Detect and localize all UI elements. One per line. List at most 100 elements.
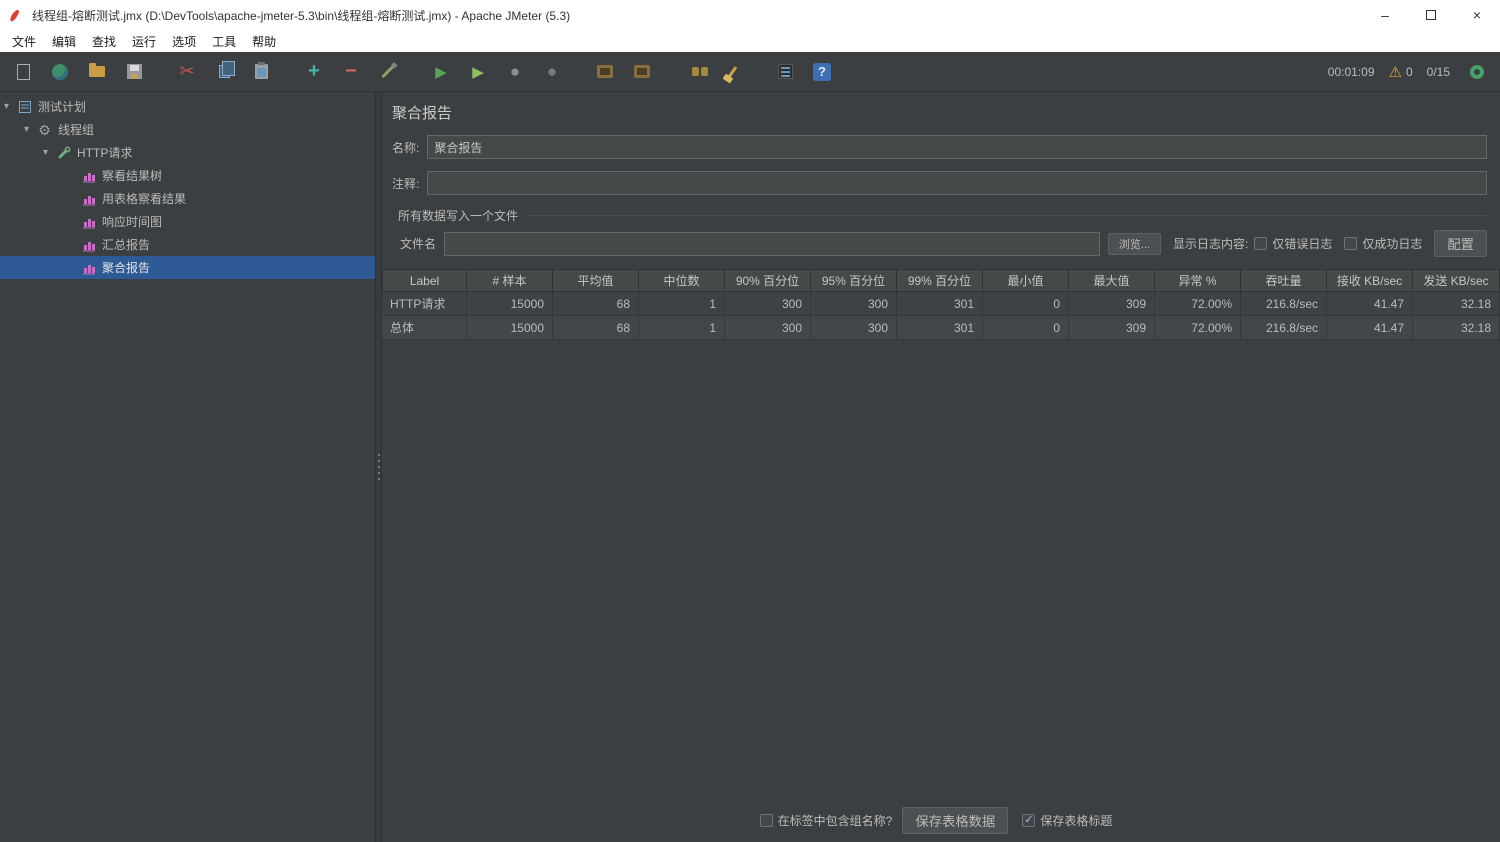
toolbar-status: 00:01:09 ⚠ 0 0/15 xyxy=(1328,59,1490,85)
save-table-header-checkbox[interactable] xyxy=(1022,813,1036,827)
table-cell: 309 xyxy=(1069,292,1155,316)
menu-tools[interactable]: 工具 xyxy=(204,30,244,52)
header-cell: 吞吐量 xyxy=(1241,269,1327,292)
tree-item-thread-group[interactable]: ⚙ 线程组 xyxy=(0,118,375,141)
play-glyph: ▶ xyxy=(435,63,447,81)
save-icon[interactable] xyxy=(121,59,147,85)
shutdown-icon[interactable]: ● xyxy=(539,59,565,85)
listener-chart-icon xyxy=(81,260,96,275)
expand-arrow-icon[interactable] xyxy=(4,101,17,112)
tree-item-view-results-table[interactable]: 用表格察看结果 xyxy=(0,187,375,210)
include-group-name-label: 在标签中包含组名称? xyxy=(777,814,893,828)
expand-arrow-icon[interactable] xyxy=(43,147,56,158)
tree-splitter[interactable] xyxy=(375,92,382,842)
errors-only-option[interactable]: 仅错误日志 xyxy=(1254,235,1332,252)
tree-item-view-results-tree[interactable]: 察看结果树 xyxy=(0,164,375,187)
menu-file[interactable]: 文件 xyxy=(4,30,44,52)
threads-indicator-icon xyxy=(1464,59,1490,85)
header-cell: 最大值 xyxy=(1069,269,1155,292)
table-cell: 总体 xyxy=(382,316,467,340)
include-group-name-option[interactable]: 在标签中包含组名称? xyxy=(759,812,893,829)
expand-arrow-icon[interactable] xyxy=(24,124,37,135)
filename-label: 文件名 xyxy=(400,237,437,251)
menu-help[interactable]: 帮助 xyxy=(244,30,284,52)
comment-input[interactable] xyxy=(427,171,1487,195)
save-glyph xyxy=(126,64,142,79)
active-threads-count: 0/15 xyxy=(1426,64,1450,79)
table-cell: 300 xyxy=(725,292,811,316)
copy-icon[interactable] xyxy=(211,59,237,85)
listener-chart-icon xyxy=(81,191,96,206)
tree-item-http-request[interactable]: HTTP请求 xyxy=(0,141,375,164)
remote-start-glyph xyxy=(597,65,613,78)
paste-icon[interactable] xyxy=(248,59,274,85)
table-cell: 300 xyxy=(811,292,897,316)
plus-glyph: + xyxy=(308,60,320,82)
clear-all-icon[interactable] xyxy=(719,59,745,85)
warning-count: 0 xyxy=(1405,64,1413,79)
table-cell: 0 xyxy=(983,292,1069,316)
save-table-header-option[interactable]: 保存表格标题 xyxy=(1022,812,1112,829)
table-cell: 216.8/sec xyxy=(1241,316,1327,340)
aggregate-report-panel: 聚合报告 名称: 聚合报告 注释: 所有数据写入一个文件 文件名 浏览... 显… xyxy=(382,92,1500,842)
warning-icon[interactable]: ⚠ xyxy=(1389,63,1402,81)
minimize-button[interactable]: – xyxy=(1362,0,1408,30)
paste-glyph xyxy=(254,62,268,79)
table-cell: HTTP请求 xyxy=(382,292,467,316)
tree-item-label: 线程组 xyxy=(58,123,95,137)
tree-item-aggregate-report[interactable]: 聚合报告 xyxy=(0,256,375,279)
configure-button[interactable]: 配置 xyxy=(1434,230,1487,257)
header-cell: 发送 KB/sec xyxy=(1413,269,1500,292)
stop-glyph: ● xyxy=(509,61,521,81)
listener-chart-icon xyxy=(81,168,96,183)
templates-icon[interactable] xyxy=(47,59,73,85)
remote-start-all-icon[interactable] xyxy=(592,59,618,85)
menu-bar: 文件 编辑 查找 运行 选项 工具 帮助 xyxy=(0,30,1500,52)
menu-run[interactable]: 运行 xyxy=(124,30,164,52)
remote-shutdown-all-icon[interactable] xyxy=(629,59,655,85)
success-only-checkbox[interactable] xyxy=(1344,237,1358,250)
save-table-data-button[interactable]: 保存表格数据 xyxy=(902,807,1009,834)
cut-icon[interactable]: ✂ xyxy=(174,59,200,85)
table-row[interactable]: HTTP请求 15000 68 1 300 300 301 0 309 72.0… xyxy=(382,292,1500,316)
browse-button[interactable]: 浏览... xyxy=(1107,232,1161,255)
new-file-glyph xyxy=(16,63,30,80)
close-button[interactable]: × xyxy=(1454,0,1500,30)
name-input[interactable]: 聚合报告 xyxy=(427,135,1487,159)
menu-edit[interactable]: 编辑 xyxy=(44,30,84,52)
add-element-icon[interactable]: + xyxy=(301,59,327,85)
open-file-icon[interactable] xyxy=(84,59,110,85)
name-value: 聚合报告 xyxy=(434,140,483,155)
thread-group-gear-icon: ⚙ xyxy=(38,121,51,138)
success-only-option[interactable]: 仅成功日志 xyxy=(1344,235,1422,252)
new-file-icon[interactable] xyxy=(10,59,36,85)
header-cell: 90% 百分位 xyxy=(725,269,811,292)
table-row[interactable]: 总体 15000 68 1 300 300 301 0 309 72.00% 2… xyxy=(382,316,1500,340)
search-icon[interactable] xyxy=(682,59,708,85)
start-no-pauses-icon[interactable]: ▶ xyxy=(465,59,491,85)
menu-options[interactable]: 选项 xyxy=(164,30,204,52)
folder-glyph xyxy=(89,63,105,77)
include-group-name-checkbox[interactable] xyxy=(759,814,773,827)
menu-search[interactable]: 查找 xyxy=(84,30,124,52)
table-cell: 41.47 xyxy=(1327,292,1413,316)
remove-element-icon[interactable]: − xyxy=(338,59,364,85)
errors-only-checkbox[interactable] xyxy=(1254,237,1268,250)
listener-chart-icon xyxy=(81,214,96,229)
section-divider xyxy=(528,215,1487,216)
filename-input[interactable] xyxy=(444,231,1100,256)
toggle-element-icon[interactable] xyxy=(375,59,401,85)
maximize-button[interactable] xyxy=(1408,0,1454,30)
stop-icon[interactable]: ● xyxy=(502,59,528,85)
header-cell: 接收 KB/sec xyxy=(1327,269,1413,292)
tree-item-summary-report[interactable]: 汇总报告 xyxy=(0,233,375,256)
tree-item-test-plan[interactable]: 测试计划 xyxy=(0,95,375,118)
function-helper-icon[interactable] xyxy=(772,59,798,85)
tree-item-response-time-graph[interactable]: 响应时间图 xyxy=(0,210,375,233)
table-cell: 68 xyxy=(553,316,639,340)
toggle-glyph xyxy=(381,64,395,79)
help-icon[interactable]: ? xyxy=(809,59,835,85)
minus-glyph: − xyxy=(345,60,357,82)
start-icon[interactable]: ▶ xyxy=(428,59,454,85)
table-header-row: Label # 样本 平均值 中位数 90% 百分位 95% 百分位 99% 百… xyxy=(382,269,1500,292)
